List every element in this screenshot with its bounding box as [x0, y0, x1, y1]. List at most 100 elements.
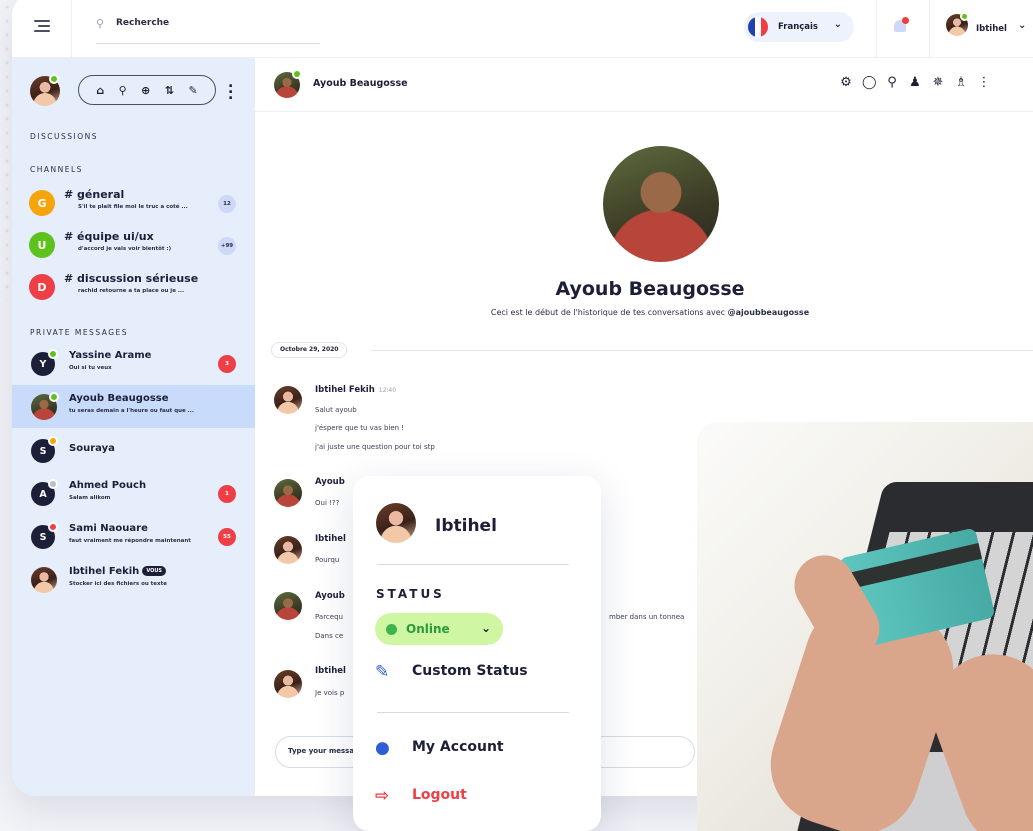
logout-icon: ⇨ [375, 786, 390, 806]
unread-count-badge: 3 [218, 355, 236, 373]
message-time: 12:40 [378, 387, 397, 394]
channel-avatar: U [29, 232, 55, 258]
pm-preview: faut vraiment me répondre maintenant [69, 538, 191, 544]
message-text: mber dans un tonnea [609, 613, 685, 621]
author-name: Ibtihel Fekih [315, 385, 375, 395]
avatar [274, 592, 302, 620]
menu-label: My Account [412, 739, 504, 755]
pm-preview: tu seras demain a l'heure ou faut que ..… [69, 408, 194, 414]
compose-icon[interactable]: ✎ [188, 84, 197, 97]
profile-avatar [603, 146, 719, 262]
status-dot [48, 436, 58, 446]
chat-bubble-icon[interactable]: ◯ [862, 75, 877, 90]
pm-preview: Stocker ici des fichiers ou texte [69, 581, 167, 587]
custom-status-button[interactable]: ✎ Custom Status [375, 658, 585, 688]
divider [377, 712, 569, 713]
online-status-dot [960, 12, 969, 21]
unread-count-badge: +99 [218, 237, 236, 255]
status-value: Online [406, 622, 450, 636]
message-author: Ibtihel [315, 534, 346, 544]
pm-item-sami-naouare[interactable]: S Sami Naouare faut vraiment me répondre… [12, 515, 255, 557]
channel-preview: d'accord je vais voir bientôt :) [78, 246, 172, 252]
chat-title: Ayoub Beaugosse [313, 78, 408, 89]
divider [71, 0, 72, 58]
pm-preview: Salam alikom [69, 495, 111, 501]
avatar [274, 386, 302, 414]
language-selector[interactable]: Français ⌄ [744, 12, 854, 42]
pen-icon: ✎ [375, 662, 390, 682]
status-dot [48, 479, 58, 489]
pm-item-souraya[interactable]: S Souraya [12, 429, 255, 471]
pm-item-ibtihel-fekih[interactable]: Ibtihel Fekih VOUS Stocker ici des fichie… [12, 558, 255, 600]
avatar [274, 670, 302, 698]
status-dot [49, 392, 59, 402]
message-text: Salut ayoub [315, 406, 357, 414]
bell-icon[interactable]: ♗ [954, 75, 968, 90]
user-handle[interactable]: @ajoubbeaugosse [728, 308, 809, 317]
globe-icon[interactable]: ⊕ [141, 84, 150, 97]
channel-name: # discussion sérieuse [64, 272, 199, 285]
more-options-icon[interactable]: ⋮ [977, 75, 991, 90]
message-author: Ayoub [315, 591, 345, 601]
channel-name: # équipe ui/ux [64, 230, 154, 243]
conversation-intro: Ceci est le début de l'historique de tes… [255, 308, 1033, 317]
chevron-down-icon: ⌄ [481, 621, 492, 635]
search-icon[interactable]: ⚲ [885, 75, 899, 90]
avatar [376, 503, 416, 543]
status-dot [48, 522, 58, 532]
hamburger-menu-icon[interactable] [34, 20, 50, 32]
user-dropdown-menu: Ibtihel STATUS Online ⌄ ✎ Custom Status … [353, 476, 601, 831]
unread-count-badge: 55 [218, 528, 236, 546]
pm-preview: Oui si tu veux [69, 365, 112, 371]
date-divider: Octobre 29, 2020 [271, 342, 1033, 358]
avatar [31, 567, 57, 593]
profile-name: Ayoub Beaugosse [555, 278, 745, 300]
pm-name: Ibtihel Fekih VOUS [69, 566, 167, 577]
avatar [274, 479, 302, 507]
chevron-down-icon: ⌄ [833, 19, 842, 30]
search-icon: ⚲ [96, 17, 105, 30]
channel-item-discussion-serieuse[interactable]: D # discussion sérieuse rachid retourne … [12, 266, 255, 308]
avatar [274, 536, 302, 564]
divider [876, 0, 877, 58]
status-label: STATUS [376, 587, 445, 601]
logout-button[interactable]: ⇨ Logout [375, 782, 585, 812]
channel-item-equipe-ui-ux[interactable]: U # équipe ui/ux d'accord je vais voir b… [12, 224, 255, 266]
pm-name: Souraya [69, 443, 115, 454]
my-account-button[interactable]: ● My Account [375, 734, 585, 764]
search-input[interactable] [116, 18, 306, 28]
unread-count-badge: 12 [218, 195, 236, 213]
user-icon[interactable]: ♟ [908, 75, 922, 90]
home-icon[interactable]: ⌂ [96, 84, 104, 97]
pm-item-ahmed-pouch[interactable]: A Ahmed Pouch Salam alikom 1 [12, 472, 255, 514]
online-status-dot [49, 74, 59, 84]
channel-preview: S'il te plait file moi le truc a coté ..… [78, 204, 188, 210]
pm-item-yassine-arame[interactable]: Y Yassine Arame Oui si tu veux 3 [12, 342, 255, 384]
channel-item-general[interactable]: G # géneral S'il te plait file moi le tr… [12, 182, 255, 224]
intro-text: Ceci est le début de l'historique de tes… [490, 308, 726, 317]
search-icon[interactable]: ⚲ [119, 84, 127, 97]
thread-icon[interactable]: ⚙ [839, 75, 853, 90]
more-options-icon[interactable]: ... [228, 76, 233, 102]
message-text: Je vois p [315, 689, 345, 697]
section-label-discussions: DISCUSSIONS [30, 132, 98, 141]
section-label-private-messages: PRIVATE MESSAGES [30, 328, 129, 337]
credit-card-photo [697, 422, 1033, 831]
notification-bell-icon[interactable] [892, 17, 909, 35]
online-status-dot [386, 624, 397, 635]
divider [377, 564, 569, 565]
message-text: Parcequ [315, 613, 343, 621]
user-menu[interactable]: Ibtihel ⌄ [946, 12, 1033, 42]
pm-name: Ayoub Beaugosse [69, 393, 169, 404]
chevron-down-icon: ⌄ [1018, 20, 1027, 31]
language-label: Français [778, 22, 818, 32]
status-select[interactable]: Online ⌄ [375, 613, 503, 645]
notification-dot [902, 17, 909, 24]
dropdown-user-name: Ibtihel [435, 516, 497, 536]
france-flag-icon [748, 17, 768, 37]
attachment-icon[interactable]: ✵ [931, 75, 945, 90]
sort-icon[interactable]: ⇅ [165, 84, 174, 97]
pm-item-ayoub-beaugosse[interactable]: Ayoub Beaugosse tu seras demain a l'heur… [12, 385, 255, 428]
search-box[interactable]: ⚲ [96, 14, 320, 44]
sidebar-header: ⌂ ⚲ ⊕ ⇅ ✎ ... [12, 58, 255, 112]
